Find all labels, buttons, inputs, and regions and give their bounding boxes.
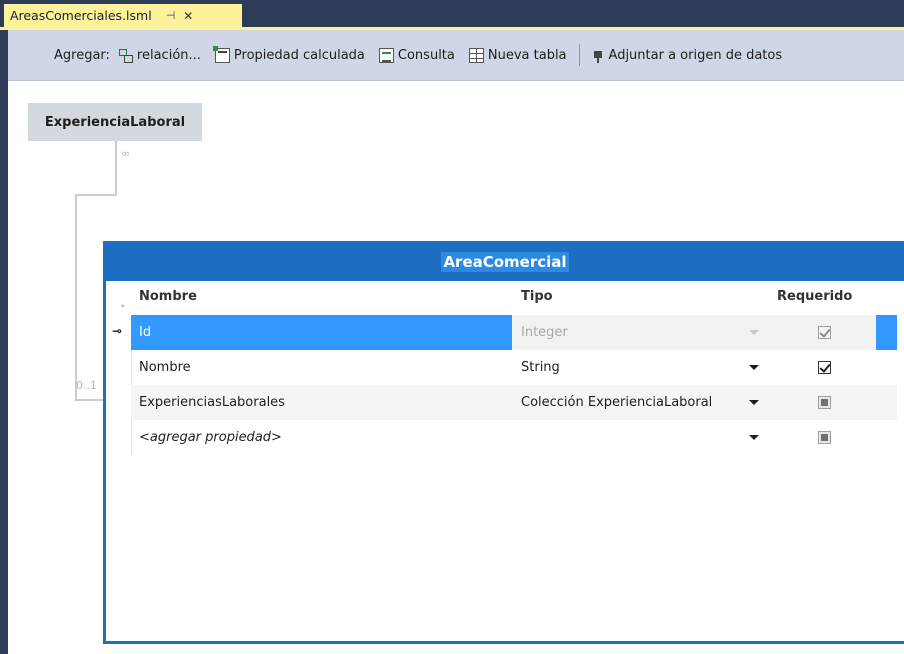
grid-header: Nombre Tipo Requerido ▴ <box>106 281 904 315</box>
entity-experiencialaboral-title: ExperienciaLaboral <box>44 114 186 130</box>
property-name-cell[interactable]: ExperienciasLaborales <box>139 385 285 420</box>
close-icon[interactable]: ✕ <box>183 9 193 23</box>
column-header-required: Requerido <box>777 289 853 304</box>
type-dropdown-arrow-icon[interactable] <box>749 435 759 440</box>
query-icon <box>378 47 394 63</box>
required-checkbox[interactable] <box>818 431 831 444</box>
attach-datasource-icon <box>590 48 605 63</box>
add-computed-property-button[interactable]: Propiedad calculada <box>212 45 365 63</box>
table-icon <box>468 47 484 63</box>
add-query-button[interactable]: Consulta <box>378 47 455 63</box>
table-row[interactable]: ExperienciasLaborales Colección Experien… <box>106 385 904 420</box>
column-header-name: Nombre <box>139 289 197 304</box>
add-table-label: Nueva tabla <box>487 47 567 63</box>
add-table-button[interactable]: Nueva tabla <box>468 47 567 63</box>
type-dropdown-arrow-icon[interactable] <box>749 365 759 370</box>
entity-title-bar: AreaComercial <box>106 243 904 281</box>
calculated-property-icon <box>212 45 230 63</box>
table-row[interactable]: <agregar propiedad> <box>106 420 904 455</box>
table-row[interactable]: Nombre String <box>106 350 904 385</box>
toolbar-separator <box>578 44 580 66</box>
entity-areacomercial[interactable]: AreaComercial Nombre Tipo Requerido ▴ ⊸ … <box>103 241 904 644</box>
designer-window: AreasComerciales.lsml ⊣ ✕ Agregar: relac… <box>0 0 904 654</box>
property-name-cell[interactable]: Nombre <box>139 350 191 385</box>
key-icon: ⊸ <box>112 324 123 338</box>
pin-icon[interactable]: ⊣ <box>166 9 176 22</box>
document-tab[interactable]: AreasComerciales.lsml ⊣ ✕ <box>4 4 242 27</box>
relationship-line-segment <box>75 194 77 400</box>
required-checkbox[interactable] <box>818 396 831 409</box>
relationship-line-segment <box>115 141 117 195</box>
relationship-line-segment <box>75 194 117 196</box>
multiplicity-many-label: ∞ <box>121 147 131 160</box>
type-dropdown-arrow-icon[interactable] <box>749 330 759 335</box>
designer-toolbar: Agregar: relación... Propiedad calculada… <box>8 30 904 81</box>
add-relationship-button[interactable]: relación... <box>118 48 201 63</box>
sort-indicator-icon: ▴ <box>121 301 125 309</box>
toolbar-add-label: Agregar: <box>54 47 110 63</box>
type-dropdown-arrow-icon[interactable] <box>749 400 759 405</box>
entity-title: AreaComercial <box>441 252 569 272</box>
relationship-line-segment <box>75 399 105 401</box>
required-checkbox <box>818 326 831 339</box>
table-row[interactable]: ⊸ Id Integer <box>106 315 904 350</box>
entity-experiencialaboral[interactable]: ExperienciaLaboral <box>28 103 202 141</box>
multiplicity-one-label: 0..1 <box>76 379 97 392</box>
attach-datasource-button[interactable]: Adjuntar a origen de datos <box>590 47 783 63</box>
property-name-cell[interactable]: Id <box>139 315 151 350</box>
document-tab-strip: AreasComerciales.lsml ⊣ ✕ <box>0 0 904 27</box>
property-type-cell[interactable]: Colección ExperienciaLaboral <box>521 385 712 420</box>
relation-icon <box>118 48 133 63</box>
document-tab-title: AreasComerciales.lsml <box>10 8 152 23</box>
column-header-type: Tipo <box>521 289 553 304</box>
add-property-placeholder[interactable]: <agregar propiedad> <box>139 420 282 455</box>
add-query-label: Consulta <box>397 47 455 63</box>
required-checkbox[interactable] <box>818 361 831 374</box>
property-type-cell[interactable]: Integer <box>521 315 568 350</box>
attach-datasource-label: Adjuntar a origen de datos <box>608 47 783 63</box>
add-relationship-label: relación... <box>136 47 201 63</box>
property-type-cell[interactable]: String <box>521 350 560 385</box>
add-computed-property-label: Propiedad calculada <box>233 47 365 63</box>
